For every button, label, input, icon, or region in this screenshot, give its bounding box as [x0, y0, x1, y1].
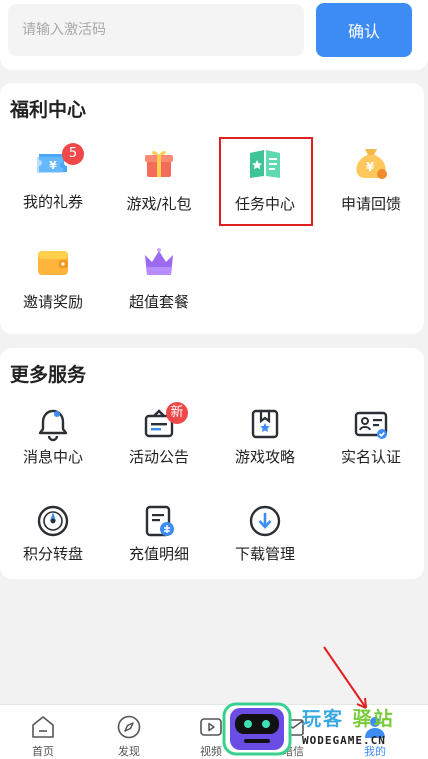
watermark-cn-part2: 驿站 — [352, 708, 395, 730]
watermark-cn-text: 玩客 驿站 — [302, 704, 395, 731]
turntable-icon — [37, 505, 69, 537]
welfare-item-label: 申请回馈 — [340, 195, 401, 213]
welfare-item-label: 超值套餐 — [128, 293, 189, 311]
welfare-item-label: 游戏/礼包 — [126, 195, 192, 213]
welfare-item-label: 邀请奖励 — [22, 293, 83, 311]
download-icon — [249, 505, 281, 537]
watermark-en-text: WODEGAME.CN — [302, 734, 386, 747]
tab-label: 发现 — [118, 745, 140, 758]
welfare-center-title: 福利中心 — [10, 99, 87, 121]
activation-code-input[interactable] — [8, 4, 304, 56]
tab-label: 首页 — [32, 745, 54, 758]
service-item-announcements[interactable]: 新 活动公告 — [106, 402, 212, 476]
recharge-record-icon — [145, 505, 174, 537]
redeem-code-panel: 确认 — [0, 0, 428, 70]
service-item-real-name-verification[interactable]: 实名认证 — [318, 406, 424, 476]
welfare-center-card: 福利中心 ¥ 5 我的礼券 游戏/礼包 任务中心 ¥ 申请回馈 邀请奖励 超值套… — [0, 83, 424, 334]
more-services-card: 更多服务 消息中心 新 活动公告 游戏攻略 实名认证 积分转盘 充值明细 下载管… — [0, 348, 424, 579]
svg-text:¥: ¥ — [366, 160, 375, 174]
service-item-points-turntable[interactable]: 积分转盘 — [0, 503, 106, 573]
service-item-label: 实名认证 — [340, 448, 401, 466]
welfare-item-label: 我的礼券 — [22, 193, 83, 211]
welfare-item-coupons[interactable]: ¥ 5 我的礼券 — [0, 143, 106, 215]
robot-logo-icon — [222, 702, 292, 756]
service-item-download-manager[interactable]: 下载管理 — [212, 503, 318, 573]
service-item-recharge-details[interactable]: 充值明细 — [106, 503, 212, 573]
crown-icon — [145, 248, 173, 275]
site-watermark: 玩客 驿站 WODEGAME.CN — [222, 700, 428, 759]
welfare-item-invite-rewards[interactable]: 邀请奖励 — [0, 243, 106, 313]
coupon-count-badge: 5 — [62, 143, 84, 165]
id-card-icon — [354, 411, 388, 439]
task-center-highlight-box — [219, 137, 313, 226]
guide-bookmark-icon — [251, 409, 279, 439]
service-item-label: 游戏攻略 — [234, 448, 295, 466]
service-item-label: 下载管理 — [234, 545, 295, 563]
welfare-item-game-gifts[interactable]: 游戏/礼包 — [106, 145, 212, 215]
new-badge: 新 — [166, 402, 188, 424]
watermark-cn-part1: 玩客 — [302, 708, 345, 730]
svg-text:¥: ¥ — [49, 159, 57, 172]
confirm-button[interactable]: 确认 — [316, 3, 412, 57]
service-item-label: 活动公告 — [128, 448, 189, 466]
bell-icon — [38, 409, 68, 442]
tab-discover[interactable]: 发现 — [86, 705, 172, 759]
service-item-label: 充值明细 — [128, 545, 189, 563]
service-item-label: 消息中心 — [22, 448, 83, 466]
service-item-messages[interactable]: 消息中心 — [0, 406, 106, 476]
welfare-item-feedback[interactable]: ¥ 申请回馈 — [318, 145, 424, 215]
video-icon — [200, 718, 222, 736]
home-icon — [32, 716, 54, 738]
welfare-item-value-packages[interactable]: 超值套餐 — [106, 243, 212, 313]
more-services-title: 更多服务 — [10, 364, 87, 386]
service-item-game-guides[interactable]: 游戏攻略 — [212, 406, 318, 476]
money-bag-icon: ¥ — [356, 149, 387, 179]
compass-icon — [117, 715, 141, 739]
service-item-label: 积分转盘 — [22, 545, 83, 563]
gift-box-icon — [145, 150, 173, 177]
tab-home[interactable]: 首页 — [0, 705, 86, 759]
wallet-icon — [38, 251, 68, 275]
